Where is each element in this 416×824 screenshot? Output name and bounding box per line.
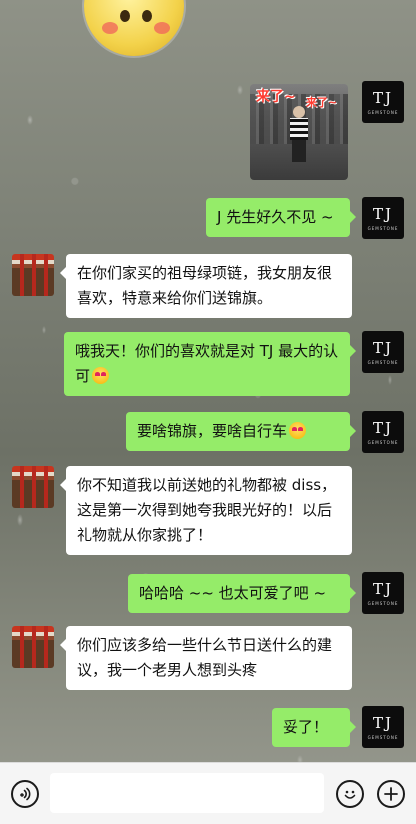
avatar-tj[interactable]: TJ GEMSTONE — [362, 572, 404, 614]
avatar-tj[interactable]: TJ GEMSTONE — [362, 706, 404, 748]
message-bubble-incoming[interactable]: 你不知道我以前送她的礼物都被 diss，这是第一次得到她夸我眼光好的！以后礼物就… — [60, 466, 352, 555]
message-text: J 先生好久不见 ~ — [217, 208, 334, 226]
avatar-customer[interactable] — [12, 626, 54, 668]
message-bubble-incoming[interactable]: 在你们家买的祖母绿项链，我女朋友很喜欢，特意来给你们送锦旗。 — [60, 254, 352, 318]
image-caption: 来了~ — [306, 96, 338, 109]
heart-eyes-emoji-icon — [92, 367, 110, 384]
chat-input-bar — [0, 762, 416, 824]
sticker-eye — [120, 10, 130, 22]
message-text: 妥了！ — [283, 718, 329, 736]
voice-icon[interactable] — [11, 780, 39, 808]
message-bubble-outgoing[interactable]: 要啥锦旗，要啥自行车 — [126, 412, 356, 451]
sticker-sun-face[interactable] — [84, 0, 184, 56]
avatar-tj[interactable]: TJ GEMSTONE — [362, 197, 404, 239]
message-text: 要啥锦旗，要啥自行车 — [137, 422, 288, 440]
avatar-tj[interactable]: TJ GEMSTONE — [362, 331, 404, 373]
message-text: 你不知道我以前送她的礼物都被 diss，这是第一次得到她夸我眼光好的！以后礼物就… — [77, 476, 337, 544]
message-text: 哦我天！你们的喜欢就是对 TJ 最大的认可 — [75, 342, 339, 385]
sticker-cheek — [102, 22, 118, 34]
image-message[interactable]: 来了~ 来了~ — [250, 84, 348, 180]
heart-eyes-emoji-icon — [289, 422, 307, 439]
message-text: 哈哈哈 ~~ 也太可爱了吧 ~ — [139, 584, 327, 602]
avatar-customer[interactable] — [12, 254, 54, 296]
emoji-icon[interactable] — [336, 780, 364, 808]
message-bubble-outgoing[interactable]: 妥了！ — [272, 708, 356, 747]
message-text: 你们应该多给一些什么节日送什么的建议，我一个老男人想到头疼 — [77, 636, 333, 679]
sticker-cheek — [154, 22, 170, 34]
avatar-customer[interactable] — [12, 466, 54, 508]
plus-icon[interactable] — [377, 780, 405, 808]
message-text: 在你们家买的祖母绿项链，我女朋友很喜欢，特意来给你们送锦旗。 — [77, 264, 333, 307]
message-input[interactable] — [50, 773, 324, 813]
message-bubble-incoming[interactable]: 你们应该多给一些什么节日送什么的建议，我一个老男人想到头疼 — [60, 626, 352, 690]
image-child-figure — [288, 106, 310, 162]
avatar-tj[interactable]: TJ GEMSTONE — [362, 411, 404, 453]
avatar-tj[interactable]: TJ GEMSTONE — [362, 81, 404, 123]
message-bubble-outgoing[interactable]: J 先生好久不见 ~ — [206, 198, 356, 237]
message-bubble-outgoing[interactable]: 哦我天！你们的喜欢就是对 TJ 最大的认可 — [64, 332, 356, 396]
image-caption: 来了~ — [256, 89, 296, 105]
sticker-eye — [142, 10, 152, 22]
message-bubble-outgoing[interactable]: 哈哈哈 ~~ 也太可爱了吧 ~ — [128, 574, 356, 613]
